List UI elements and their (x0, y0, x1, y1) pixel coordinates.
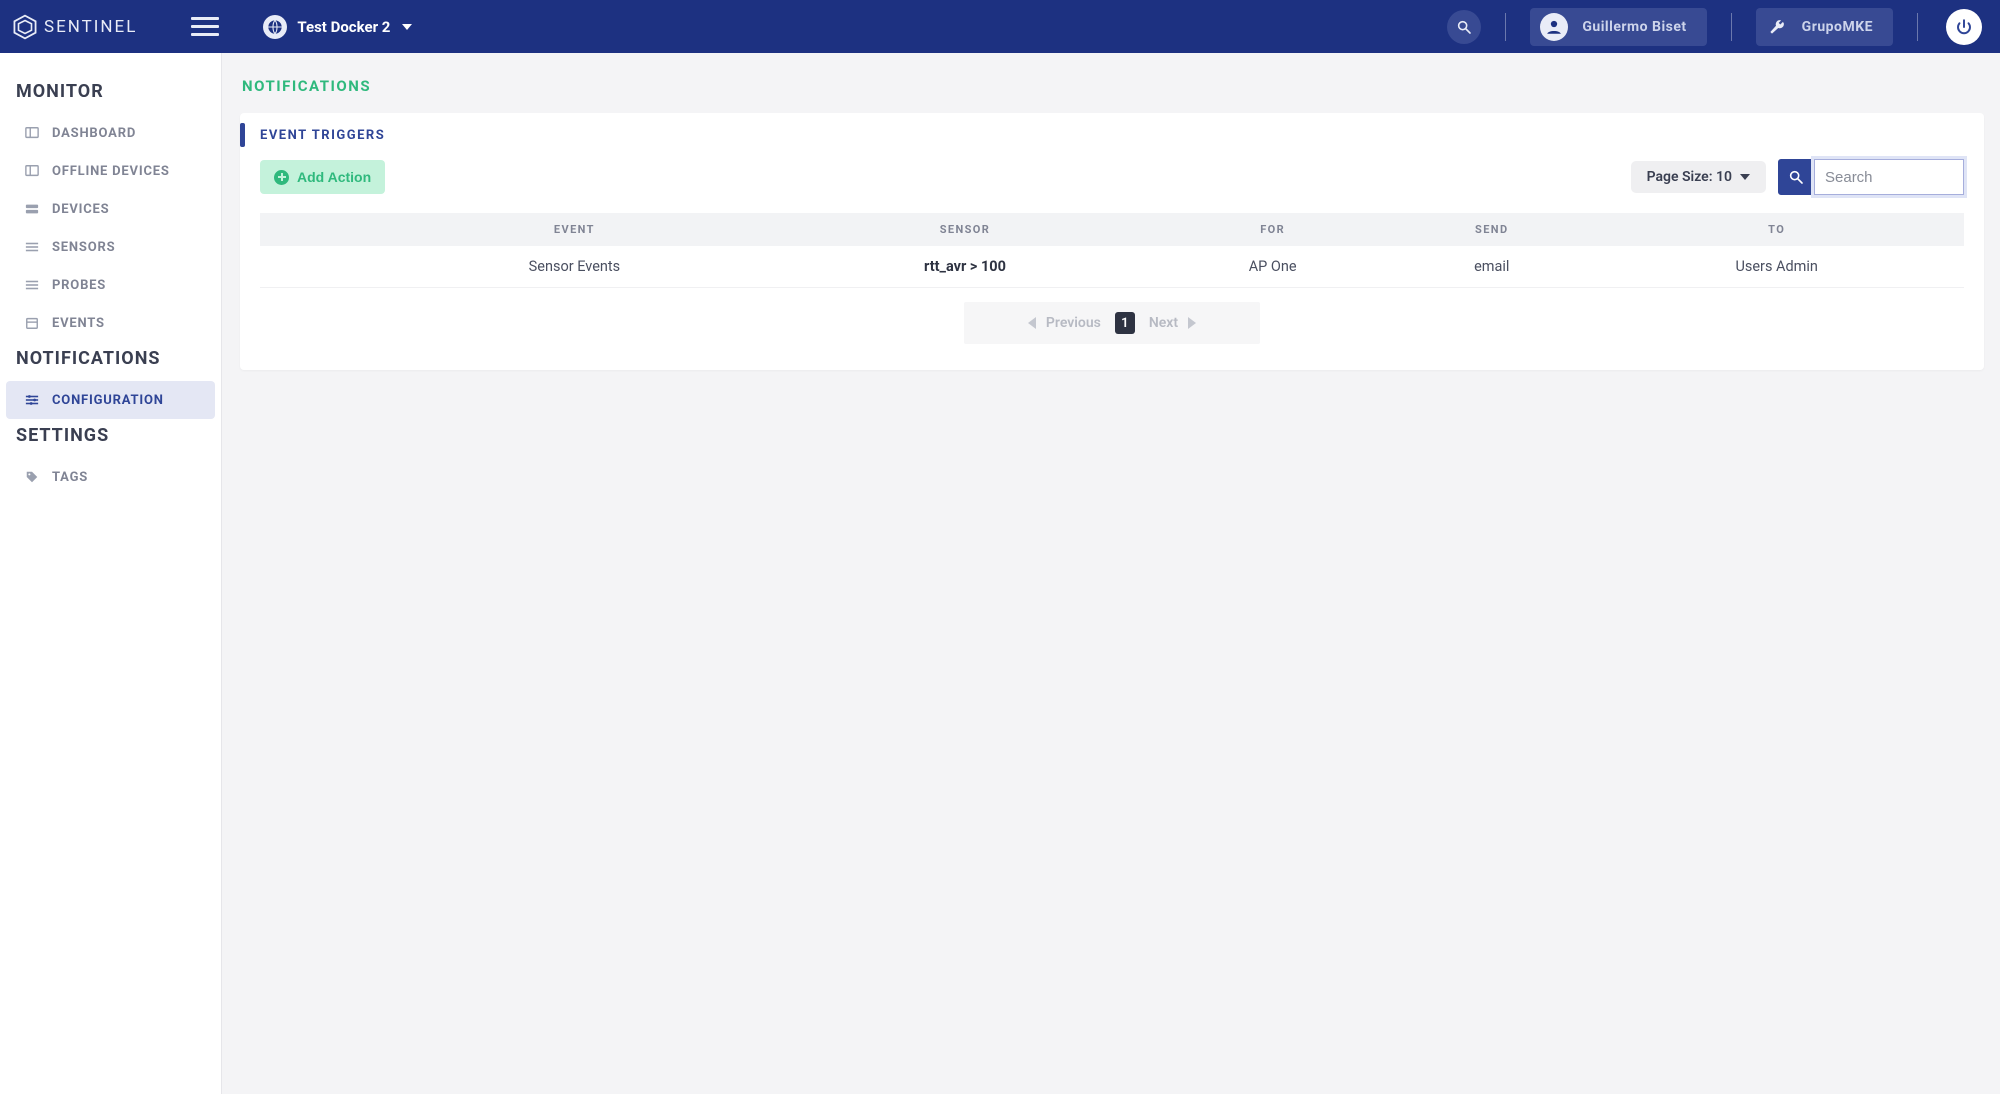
col-send[interactable]: SEND (1394, 213, 1589, 246)
col-for[interactable]: FOR (1151, 213, 1394, 246)
globe-icon (263, 15, 287, 39)
sidebar-item-label: CONFIGURATION (52, 393, 164, 408)
menu-toggle-button[interactable] (191, 13, 219, 41)
sidebar-item-probes[interactable]: PROBES (0, 266, 221, 304)
topbar: SENTINEL Test Docker 2 Guillermo Biset (0, 0, 2000, 53)
sidebar-item-label: PROBES (52, 278, 106, 293)
power-icon (1955, 18, 1973, 36)
dashboard-icon (24, 125, 40, 141)
col-event[interactable]: EVENT (370, 213, 779, 246)
sidebar-item-label: DEVICES (52, 202, 109, 217)
sidebar-item-label: EVENTS (52, 316, 105, 331)
search-icon (1788, 169, 1804, 185)
pagination-previous[interactable]: Previous (1028, 315, 1101, 331)
sidebar-item-label: SENSORS (52, 240, 115, 255)
page-size-label: Page Size: 10 (1647, 169, 1732, 185)
col-blank (260, 213, 370, 246)
wrench-icon (1766, 16, 1788, 38)
context-label: Test Docker 2 (297, 18, 390, 36)
calendar-icon (24, 315, 40, 331)
sidebar-section-notifications: NOTIFICATIONS (0, 342, 221, 381)
pagination-next[interactable]: Next (1149, 315, 1196, 331)
search-button[interactable] (1778, 159, 1814, 195)
cell-send: email (1394, 246, 1589, 288)
brand-name: SENTINEL (44, 17, 137, 37)
sidebar-item-label: DASHBOARD (52, 126, 136, 141)
search-input[interactable] (1814, 159, 1964, 195)
sidebar-item-events[interactable]: EVENTS (0, 304, 221, 342)
sidebar-item-offline-devices[interactable]: OFFLINE DEVICES (0, 152, 221, 190)
chevron-down-icon (402, 24, 412, 30)
global-search-button[interactable] (1447, 10, 1481, 44)
org-name: GrupoMKE (1802, 19, 1873, 35)
page-title: NOTIFICATIONS (240, 77, 1984, 95)
triggers-table: EVENT SENSOR FOR SEND TO Sensor Events r… (260, 213, 1964, 288)
pagination-next-label: Next (1149, 315, 1178, 331)
cell-sensor: rtt_avr > 100 (779, 246, 1151, 288)
shell: MONITOR DASHBOARD OFFLINE DEVICES DEVICE… (0, 53, 2000, 1094)
user-menu[interactable]: Guillermo Biset (1530, 8, 1706, 46)
sliders-icon (24, 392, 40, 408)
sidebar-item-configuration[interactable]: CONFIGURATION (6, 381, 215, 419)
sidebar-item-tags[interactable]: TAGS (0, 458, 221, 496)
dashboard-icon (24, 163, 40, 179)
tag-icon (24, 469, 40, 485)
sidebar-item-sensors[interactable]: SENSORS (0, 228, 221, 266)
page-size-dropdown[interactable]: Page Size: 10 (1631, 161, 1766, 193)
table-header-row: EVENT SENSOR FOR SEND TO (260, 213, 1964, 246)
context-switcher[interactable]: Test Docker 2 (263, 15, 412, 39)
page-number: 1 (1121, 316, 1128, 331)
sidebar-item-dashboard[interactable]: DASHBOARD (0, 114, 221, 152)
caret-right-icon (1188, 317, 1196, 329)
brand[interactable]: SENTINEL (12, 14, 137, 40)
logout-button[interactable] (1946, 9, 1982, 45)
divider (1731, 13, 1732, 41)
user-avatar-icon (1540, 13, 1568, 41)
card-header: EVENT TRIGGERS (240, 113, 1984, 157)
sliders-icon (24, 277, 40, 293)
cell-event: Sensor Events (370, 246, 779, 288)
col-to[interactable]: TO (1589, 213, 1964, 246)
sidebar-item-label: TAGS (52, 470, 88, 485)
user-name: Guillermo Biset (1582, 19, 1686, 35)
cell-for: AP One (1151, 246, 1394, 288)
add-action-button[interactable]: Add Action (260, 160, 385, 194)
brand-logo-icon (12, 14, 38, 40)
server-icon (24, 201, 40, 217)
event-triggers-card: EVENT TRIGGERS Add Action Page Size: 10 (240, 113, 1984, 370)
org-menu[interactable]: GrupoMKE (1756, 8, 1893, 46)
col-sensor[interactable]: SENSOR (779, 213, 1151, 246)
table-row[interactable]: Sensor Events rtt_avr > 100 AP One email… (260, 246, 1964, 288)
sidebar-section-settings: SETTINGS (0, 419, 221, 458)
cell-blank (260, 246, 370, 288)
sliders-icon (24, 239, 40, 255)
pagination-page-1[interactable]: 1 (1115, 312, 1135, 334)
divider (1505, 13, 1506, 41)
cell-to: Users Admin (1589, 246, 1964, 288)
plus-circle-icon (274, 170, 289, 185)
add-action-label: Add Action (297, 169, 371, 185)
accent-bar (240, 123, 245, 147)
chevron-down-icon (1740, 174, 1750, 180)
pagination-previous-label: Previous (1046, 315, 1101, 331)
sidebar-item-label: OFFLINE DEVICES (52, 164, 170, 179)
search-icon (1456, 19, 1472, 35)
main: NOTIFICATIONS EVENT TRIGGERS Add Action … (222, 53, 2000, 1094)
divider (1917, 13, 1918, 41)
card-title: EVENT TRIGGERS (260, 128, 385, 143)
sidebar-item-devices[interactable]: DEVICES (0, 190, 221, 228)
pagination: Previous 1 Next (964, 302, 1260, 344)
table-search (1778, 159, 1964, 195)
caret-left-icon (1028, 317, 1036, 329)
sidebar-section-monitor: MONITOR (0, 75, 221, 114)
card-toolbar: Add Action Page Size: 10 (240, 157, 1984, 207)
sidebar: MONITOR DASHBOARD OFFLINE DEVICES DEVICE… (0, 53, 222, 1094)
